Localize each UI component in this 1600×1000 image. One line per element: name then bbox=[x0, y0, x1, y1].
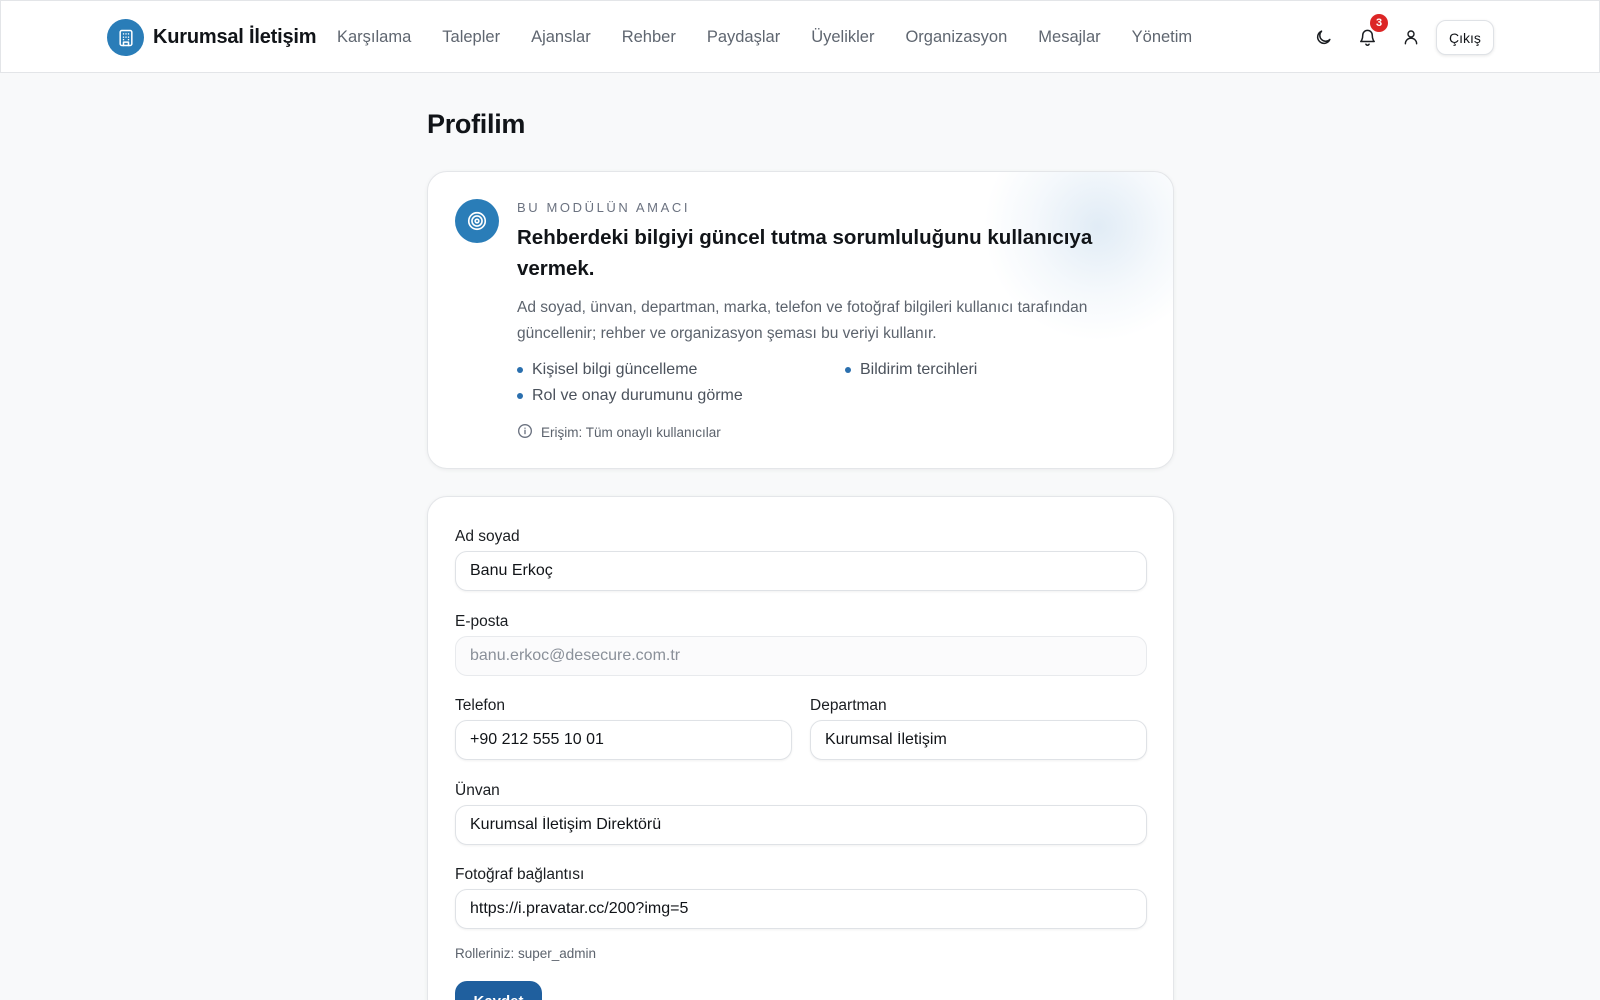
name-label: Ad soyad bbox=[455, 528, 520, 545]
feature-item: Kişisel bilgi güncelleme bbox=[517, 361, 697, 379]
name-input[interactable] bbox=[455, 551, 1147, 591]
module-purpose-card: BU MODÜLÜN AMACI Rehberdeki bilgiyi günc… bbox=[427, 171, 1174, 469]
feature-label: Bildirim tercihleri bbox=[860, 361, 978, 378]
profile-form-card: Ad soyad E-posta Telefon Departman Ünvan… bbox=[427, 496, 1174, 1000]
nav-item-organizasyon[interactable]: Organizasyon bbox=[890, 25, 1023, 49]
feature-item: Bildirim tercihleri bbox=[845, 361, 977, 379]
nav-item-mesajlar[interactable]: Mesajlar bbox=[1023, 25, 1116, 49]
bullet-dot bbox=[845, 367, 851, 373]
main-nav: Karşılama Talepler Ajanslar Rehber Payda… bbox=[337, 25, 1208, 49]
nav-item-uyelikler[interactable]: Üyelikler bbox=[796, 25, 890, 49]
email-label: E-posta bbox=[455, 613, 509, 630]
feature-item: Rol ve onay durumunu görme bbox=[517, 387, 743, 405]
info-icon bbox=[517, 423, 533, 442]
moon-icon[interactable] bbox=[1311, 25, 1335, 49]
title-input[interactable] bbox=[455, 805, 1147, 845]
logout-button[interactable]: Çıkış bbox=[1436, 20, 1494, 55]
page-title: Profilim bbox=[427, 109, 526, 139]
notification-badge: 3 bbox=[1370, 14, 1388, 32]
title-label: Ünvan bbox=[455, 782, 500, 799]
phone-input[interactable] bbox=[455, 720, 792, 760]
photo-url-label: Fotoğraf bağlantısı bbox=[455, 866, 585, 883]
purpose-title: Rehberdeki bilgiyi güncel tutma sorumlul… bbox=[517, 226, 1093, 280]
brand[interactable]: Kurumsal İletişim bbox=[107, 19, 317, 56]
nav-item-yonetim[interactable]: Yönetim bbox=[1116, 25, 1208, 49]
email-input bbox=[455, 636, 1147, 676]
top-navbar: Kurumsal İletişim Karşılama Talepler Aja… bbox=[0, 0, 1600, 73]
bell-icon[interactable]: 3 bbox=[1355, 14, 1388, 49]
nav-item-paydaslar[interactable]: Paydaşlar bbox=[691, 25, 795, 49]
feature-label: Kişisel bilgi güncelleme bbox=[532, 361, 698, 378]
nav-item-karsilama[interactable]: Karşılama bbox=[337, 25, 427, 49]
bullet-dot bbox=[517, 367, 523, 373]
roles-text: Rolleriniz: super_admin bbox=[455, 946, 597, 961]
save-button[interactable]: Kaydet bbox=[455, 981, 542, 1000]
nav-item-talepler[interactable]: Talepler bbox=[427, 25, 516, 49]
purpose-eyebrow: BU MODÜLÜN AMACI bbox=[517, 200, 691, 215]
feature-label: Rol ve onay durumunu görme bbox=[532, 387, 743, 404]
phone-label: Telefon bbox=[455, 697, 505, 714]
access-text: Erişim: Tüm onaylı kullanıcılar bbox=[541, 425, 721, 440]
purpose-description: Ad soyad, ünvan, departman, marka, telef… bbox=[517, 299, 1088, 342]
nav-item-rehber[interactable]: Rehber bbox=[606, 25, 691, 49]
access-note: Erişim: Tüm onaylı kullanıcılar bbox=[517, 423, 721, 442]
nav-item-ajanslar[interactable]: Ajanslar bbox=[516, 25, 607, 49]
department-input[interactable] bbox=[810, 720, 1147, 760]
user-icon[interactable] bbox=[1399, 25, 1423, 49]
photo-url-input[interactable] bbox=[455, 889, 1147, 929]
target-icon bbox=[455, 199, 499, 243]
brand-name: Kurumsal İletişim bbox=[153, 26, 317, 48]
bullet-dot bbox=[517, 393, 523, 399]
building-icon bbox=[107, 19, 144, 56]
department-label: Departman bbox=[810, 697, 887, 714]
